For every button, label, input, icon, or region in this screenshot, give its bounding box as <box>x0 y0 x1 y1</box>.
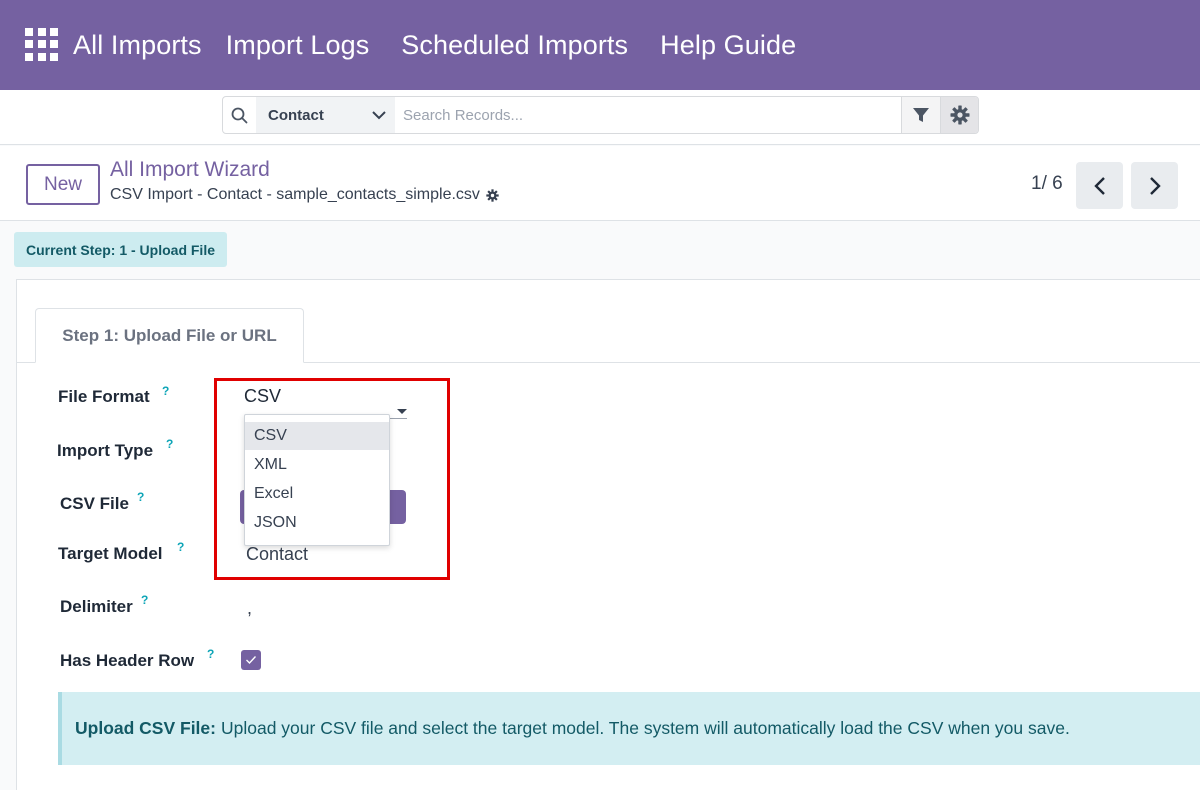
has-header-row-label: Has Header Row <box>60 651 195 670</box>
alert-title: Upload CSV File: <box>75 718 216 738</box>
search-row: Contact <box>0 90 1200 145</box>
pager-value: 1/ 6 <box>1031 173 1063 194</box>
file-format-help[interactable]: ? <box>162 384 169 398</box>
delimiter-value[interactable]: , <box>247 598 252 619</box>
target-model-value: Contact <box>246 544 309 564</box>
chevron-down-icon <box>372 111 386 120</box>
nav-all-imports[interactable]: All Imports <box>73 30 202 61</box>
pager-next-button[interactable] <box>1131 162 1178 209</box>
dropdown-option-excel[interactable]: Excel <box>245 479 389 508</box>
model-select-value: Contact <box>268 106 324 124</box>
gear-icon[interactable] <box>486 188 499 202</box>
csv-file-help[interactable]: ? <box>137 490 144 504</box>
caret-down-icon <box>397 409 407 414</box>
tab-step-1-upload[interactable]: Step 1: Upload File or URL <box>35 308 304 363</box>
import-type-label: Import Type <box>57 441 154 460</box>
delimiter-help[interactable]: ? <box>141 593 148 607</box>
csv-file-label: CSV File <box>60 494 129 513</box>
breadcrumb-record: CSV Import - Contact - sample_contacts_s… <box>110 186 499 204</box>
alert-text: Upload your CSV file and select the targ… <box>220 718 1070 738</box>
nav-help-guide[interactable]: Help Guide <box>660 30 796 61</box>
nav-import-logs[interactable]: Import Logs <box>226 30 370 61</box>
info-alert: Upload CSV File: Upload your CSV file an… <box>58 692 1200 765</box>
dropdown-option-json[interactable]: JSON <box>245 508 389 537</box>
has-header-row-checkbox[interactable] <box>241 650 261 670</box>
settings-button[interactable] <box>940 97 978 133</box>
model-select[interactable]: Contact <box>256 97 395 133</box>
dropdown-option-csv[interactable]: CSV <box>245 422 389 450</box>
chevron-left-icon <box>1093 176 1105 195</box>
current-step-badge: Current Step: 1 - Upload File <box>14 232 227 267</box>
search-input[interactable] <box>395 97 901 133</box>
import-type-help[interactable]: ? <box>166 437 173 451</box>
file-format-label: File Format <box>58 387 150 406</box>
target-model-label: Target Model <box>58 544 163 563</box>
checkmark-icon <box>246 656 257 665</box>
top-navbar: All Imports Import Logs Scheduled Import… <box>0 0 1200 90</box>
chevron-right-icon <box>1149 176 1161 195</box>
pager-previous-button[interactable] <box>1076 162 1123 209</box>
delimiter-label: Delimiter <box>60 597 133 616</box>
filter-icon <box>913 108 929 122</box>
filter-button[interactable] <box>901 97 940 133</box>
nav-scheduled-imports[interactable]: Scheduled Imports <box>401 30 628 61</box>
dropdown-option-xml[interactable]: XML <box>245 450 389 479</box>
record-name: CSV Import - Contact - sample_contacts_s… <box>110 186 480 203</box>
gear-icon <box>950 105 969 125</box>
search-box: Contact <box>222 96 979 134</box>
breadcrumb-title[interactable]: All Import Wizard <box>110 158 270 182</box>
apps-grid-icon[interactable] <box>25 27 58 61</box>
file-format-dropdown: CSV XML Excel JSON <box>244 414 390 546</box>
new-button[interactable]: New <box>26 164 100 205</box>
has-header-row-help[interactable]: ? <box>207 647 214 661</box>
control-panel: New All Import Wizard CSV Import - Conta… <box>0 146 1200 221</box>
file-format-value: CSV <box>244 386 282 406</box>
search-icon[interactable] <box>223 97 256 133</box>
target-model-help[interactable]: ? <box>177 540 184 554</box>
